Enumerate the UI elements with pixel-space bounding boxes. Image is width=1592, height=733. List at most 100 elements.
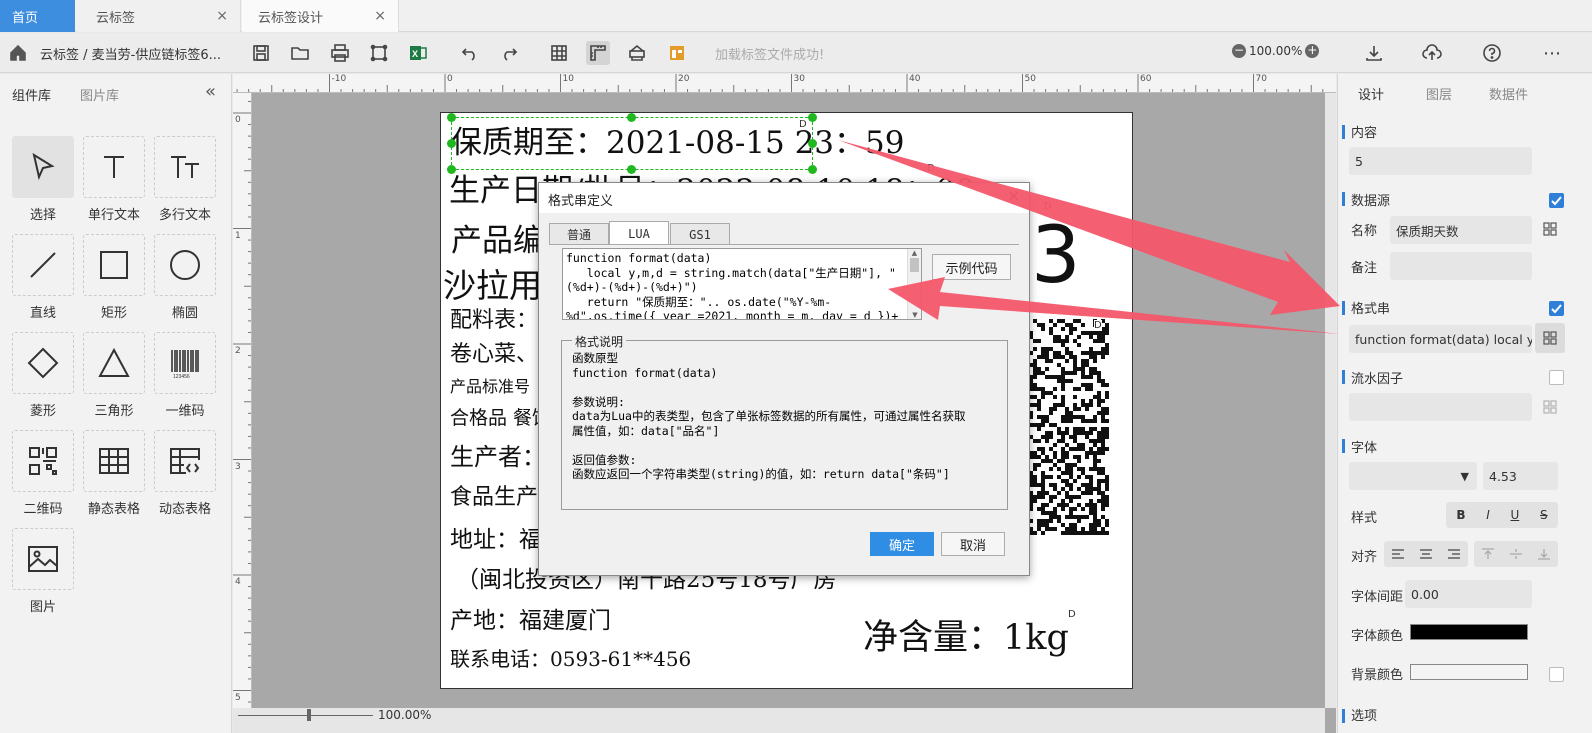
tab-design[interactable]: 设计 [1358, 84, 1384, 103]
format-checkbox[interactable] [1549, 301, 1564, 316]
close-icon[interactable]: × [1007, 186, 1020, 205]
table-icon[interactable] [83, 430, 145, 492]
help-icon[interactable] [1480, 41, 1504, 65]
serial-checkbox[interactable] [1549, 370, 1564, 385]
label-text-origin[interactable]: 产地：福建厦门 [450, 601, 611, 635]
bg-color-swatch[interactable] [1410, 664, 1528, 680]
label-text-address[interactable]: 地址：福 [450, 520, 542, 554]
align-left-icon[interactable] [1391, 548, 1405, 560]
code-scrollbar[interactable]: ▲ ▼ [907, 249, 921, 319]
font-color-swatch[interactable] [1410, 624, 1528, 640]
italic-button[interactable]: I [1486, 508, 1490, 522]
excel-icon[interactable]: X [406, 41, 430, 65]
grid-select-icon[interactable] [1539, 218, 1561, 240]
line-icon[interactable] [12, 234, 74, 296]
resize-handle[interactable] [627, 113, 636, 122]
tab-gs1[interactable]: GS1 [670, 223, 730, 245]
align-center-icon[interactable] [1419, 548, 1433, 560]
zoom-slider-handle[interactable] [307, 709, 311, 721]
tab-layers[interactable]: 图层 [1426, 84, 1452, 103]
tab-data-items[interactable]: 数据件 [1489, 84, 1528, 103]
name-input[interactable]: 保质期天数 [1390, 216, 1532, 244]
font-size-input[interactable]: 4.53 [1483, 462, 1558, 490]
collapse-icon[interactable]: « [205, 81, 216, 102]
printer-setting-icon[interactable] [625, 41, 649, 65]
close-icon[interactable]: × [216, 8, 228, 24]
resize-handle[interactable] [447, 139, 456, 148]
ok-button[interactable]: 确定 [870, 532, 934, 556]
redo-icon[interactable] [497, 41, 521, 65]
font-family-select[interactable]: ▼ [1349, 462, 1477, 490]
undo-icon[interactable] [458, 41, 482, 65]
tab-cloud-label[interactable]: 云标签 × [76, 0, 241, 32]
close-icon[interactable]: × [374, 8, 386, 24]
label-text-grade[interactable]: 合格品 餐饮 [450, 403, 551, 430]
barcode-icon[interactable]: 123456 [154, 332, 216, 394]
download-icon[interactable] [1362, 41, 1386, 65]
strikethrough-button[interactable]: S [1540, 508, 1548, 522]
select-frame-icon[interactable] [367, 41, 391, 65]
tab-images[interactable]: 图片库 [80, 85, 119, 104]
resize-handle[interactable] [808, 113, 817, 122]
grid-select-icon[interactable] [1535, 323, 1565, 353]
align-top-icon[interactable] [1481, 548, 1495, 560]
qrcode-icon[interactable] [1029, 319, 1109, 535]
dynamic-table-icon[interactable] [154, 430, 216, 492]
label-text-phone[interactable]: 联系电话：0593-61**456 [450, 643, 691, 672]
image-icon[interactable] [12, 528, 74, 590]
zoom-slider[interactable] [238, 715, 373, 716]
label-text-large-number[interactable]: 3 [1031, 211, 1081, 301]
align-middle-icon[interactable] [1509, 548, 1523, 560]
tab-lua[interactable]: LUA [609, 221, 669, 245]
cursor-icon[interactable] [12, 136, 74, 198]
cloud-upload-icon[interactable] [1420, 41, 1444, 65]
tab-label-design[interactable]: 云标签设计 × [242, 0, 399, 32]
multiline-text-icon[interactable] [154, 136, 216, 198]
align-right-icon[interactable] [1447, 548, 1461, 560]
label-text-net-weight[interactable]: 净含量：1kg [863, 609, 1069, 660]
tab-normal[interactable]: 普通 [549, 223, 609, 245]
save-icon[interactable] [249, 41, 273, 65]
underline-button[interactable]: U [1511, 508, 1520, 522]
format-input[interactable]: function format(data) local y,m,d [1349, 325, 1532, 353]
more-icon[interactable]: ⋯ [1540, 41, 1564, 65]
open-folder-icon[interactable] [288, 41, 312, 65]
zoom-in-icon[interactable]: + [1305, 44, 1320, 58]
example-code-button[interactable]: 示例代码 [932, 254, 1011, 280]
serial-input[interactable] [1349, 393, 1532, 421]
text-icon[interactable] [83, 136, 145, 198]
bg-color-checkbox[interactable] [1549, 667, 1564, 682]
lua-code-editor[interactable]: function format(data) local y,m,d = stri… [562, 248, 922, 320]
print-icon[interactable] [328, 41, 352, 65]
triangle-icon[interactable] [83, 332, 145, 394]
grid-icon[interactable] [547, 41, 571, 65]
home-icon[interactable] [6, 41, 30, 65]
resize-handle[interactable] [808, 139, 817, 148]
label-text-standard[interactable]: 产品标准号 [450, 373, 530, 397]
spacing-input[interactable]: 0.00 [1405, 580, 1532, 608]
resize-handle[interactable] [447, 165, 456, 174]
label-text-license[interactable]: 食品生产 [450, 479, 538, 511]
vertical-scrollbar[interactable] [1325, 93, 1336, 708]
qrcode-icon[interactable] [12, 430, 74, 492]
grid-select-icon[interactable] [1539, 396, 1561, 418]
tab-components[interactable]: 组件库 [12, 85, 51, 104]
resize-handle[interactable] [808, 165, 817, 174]
tab-home[interactable]: 首页 [0, 0, 75, 32]
resize-handle[interactable] [447, 113, 456, 122]
content-input[interactable]: 5 [1349, 147, 1532, 175]
label-text-product-name[interactable]: 沙拉用 [443, 259, 542, 307]
label-text-ingredients-title[interactable]: 配料表： [450, 302, 538, 334]
resize-handle[interactable] [627, 165, 636, 174]
label-text-producer[interactable]: 生产者： [450, 437, 546, 472]
label-text-ingredients[interactable]: 卷心菜、 [450, 336, 538, 368]
template-icon[interactable] [665, 41, 689, 65]
zoom-out-icon[interactable]: − [1232, 44, 1246, 58]
datasource-checkbox[interactable] [1549, 193, 1564, 208]
bold-button[interactable]: B [1456, 508, 1465, 522]
ellipse-icon[interactable] [154, 234, 216, 296]
cancel-button[interactable]: 取消 [941, 532, 1005, 556]
align-bottom-icon[interactable] [1537, 548, 1551, 560]
note-input[interactable] [1390, 252, 1532, 280]
diamond-icon[interactable] [12, 332, 74, 394]
